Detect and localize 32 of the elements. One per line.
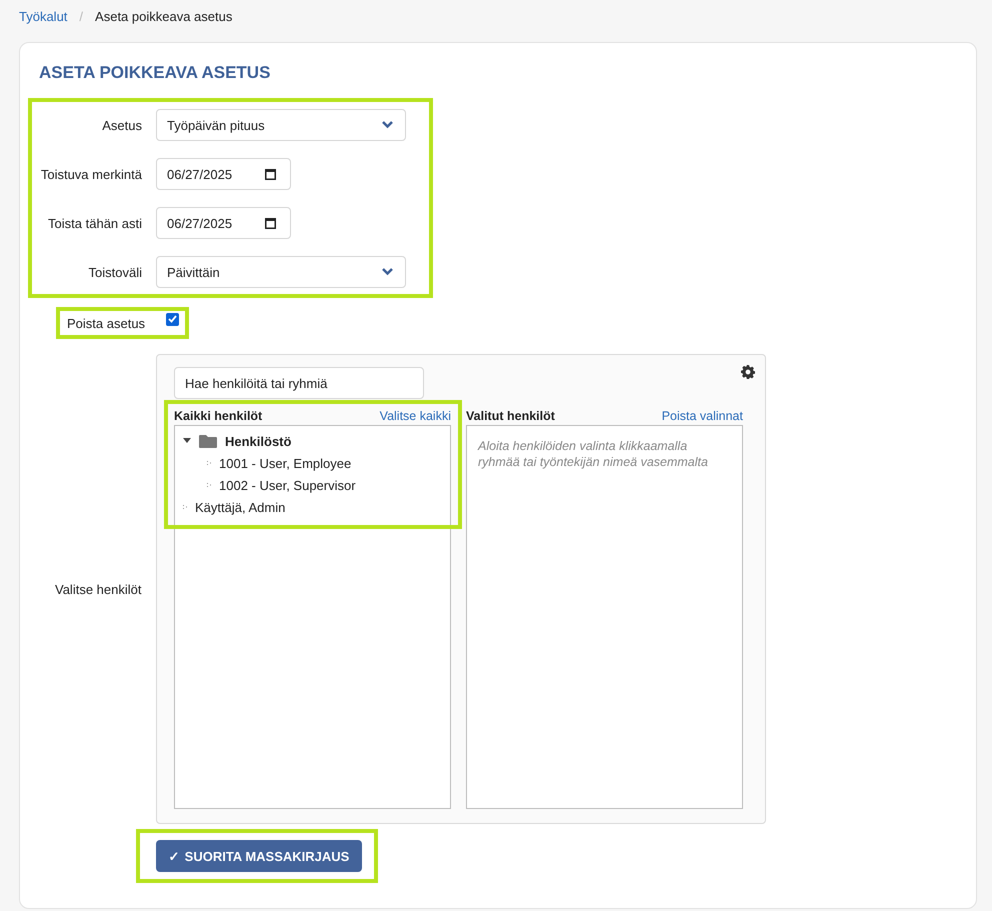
column-heading: Kaikki henkilöt <box>174 408 262 422</box>
select-all-link[interactable]: Valitse kaikki <box>380 408 451 422</box>
calendar-icon <box>265 168 276 180</box>
breadcrumb-link[interactable]: Työkalut <box>19 9 68 24</box>
chevron-icon <box>382 121 393 129</box>
select-field[interactable]: Päivittäin <box>156 256 406 288</box>
checkbox[interactable] <box>166 312 179 326</box>
checkbox-label: Poista asetus <box>67 316 146 330</box>
breadcrumb-separator: / <box>79 9 84 24</box>
column-heading: Valitut henkilöt <box>466 408 555 422</box>
tree-item[interactable]: 1001 - User, Employee <box>219 456 352 470</box>
date-field[interactable]: 06/27/2025 <box>156 207 291 239</box>
page-title: ASETA POIKKEAVA ASETUS <box>39 63 272 83</box>
clear-selection-link[interactable]: Poista valinnat <box>662 408 743 422</box>
tree-item[interactable]: 1002 - User, Supervisor <box>219 478 356 492</box>
tree-item[interactable]: Henkilöstö <box>225 434 292 448</box>
field-label: Toistuva merkintä <box>40 166 142 182</box>
field-label: Asetus <box>101 118 142 132</box>
field-label: Toistoväli <box>88 264 142 280</box>
submit-button[interactable]: ✓ SUORITA MASSAKIRJAUS <box>156 840 362 872</box>
search-field[interactable]: Hae henkilöitä tai ryhmiä <box>174 367 424 399</box>
select-field[interactable]: Työpäivän pituus <box>156 109 406 141</box>
chevron-icon <box>382 268 393 276</box>
tree-item[interactable]: Käyttäjä, Admin <box>195 500 286 514</box>
field-label: Toista tähän asti <box>47 216 142 230</box>
calendar-icon <box>265 217 276 229</box>
field-label: Valitse henkilöt <box>54 582 142 596</box>
folder-icon <box>199 434 217 448</box>
date-field[interactable]: 06/27/2025 <box>156 158 291 190</box>
settings-icon <box>741 365 755 379</box>
empty-message: Aloita henkilöiden valinta klikkaamalla ryhmää tai työntekijän nimeä vasemmalta <box>476 438 709 470</box>
breadcrumb-current: Aseta poikkeava asetus <box>95 9 232 24</box>
